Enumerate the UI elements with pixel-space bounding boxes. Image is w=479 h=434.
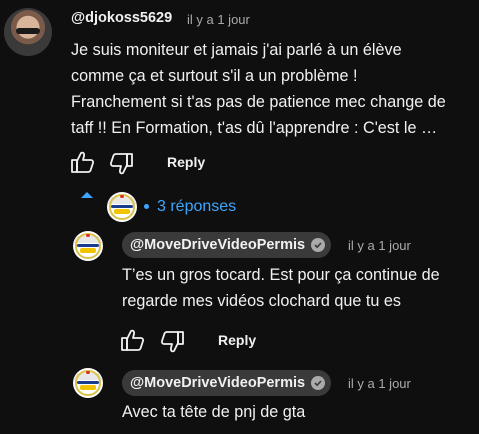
creator-avatar-small	[107, 192, 137, 222]
reply-2-timestamp[interactable]: il y a 1 jour	[348, 376, 411, 391]
verified-check-icon	[311, 238, 326, 252]
replies-dot	[144, 204, 149, 209]
reply-2-text-line-1: Avec ta tête de pnj de gta	[122, 403, 306, 421]
reply-1-timestamp[interactable]: il y a 1 jour	[348, 238, 411, 253]
comment-text-line-4: taff !! En Formation, t'as dû l'apprendr…	[71, 119, 438, 137]
replies-count-link[interactable]: 3 réponses	[157, 198, 236, 216]
reply-1-reply-button[interactable]: Reply	[218, 332, 256, 348]
dislike-icon[interactable]	[159, 330, 185, 354]
dislike-icon[interactable]	[108, 152, 134, 176]
reply-button[interactable]: Reply	[167, 154, 205, 170]
commenter-avatar[interactable]	[4, 8, 52, 56]
reply-1-text-line-1: T’es un gros tocard. Est pour ça continu…	[122, 266, 440, 284]
comment-text-line-1: Je suis moniteur et jamais j'ai parlé à …	[71, 41, 402, 59]
like-icon[interactable]	[120, 328, 146, 352]
like-icon[interactable]	[70, 150, 96, 174]
reply-1-text-line-2: regarde mes vidéos clochard que tu es	[122, 292, 401, 310]
reply-1-avatar[interactable]	[73, 231, 103, 261]
reply-1-author-badge[interactable]: @MoveDriveVideoPermis	[122, 232, 332, 258]
chevron-up-icon	[80, 190, 94, 200]
verified-check-icon	[311, 376, 326, 390]
comment-text-line-2: comme ça et surtout s'il a un problème !	[71, 67, 358, 85]
reply-1-author: @MoveDriveVideoPermis	[130, 237, 306, 253]
reply-2-author: @MoveDriveVideoPermis	[130, 375, 306, 391]
comment-timestamp[interactable]: il y a 1 jour	[187, 12, 250, 27]
reply-2-author-badge[interactable]: @MoveDriveVideoPermis	[122, 370, 332, 396]
comment-text-line-3: Franchement si t'as pas de patience mec …	[71, 93, 446, 111]
reply-2-avatar[interactable]	[73, 368, 103, 398]
replies-toggle-button[interactable]	[80, 190, 94, 200]
comment-author[interactable]: @djokoss5629	[71, 10, 172, 26]
